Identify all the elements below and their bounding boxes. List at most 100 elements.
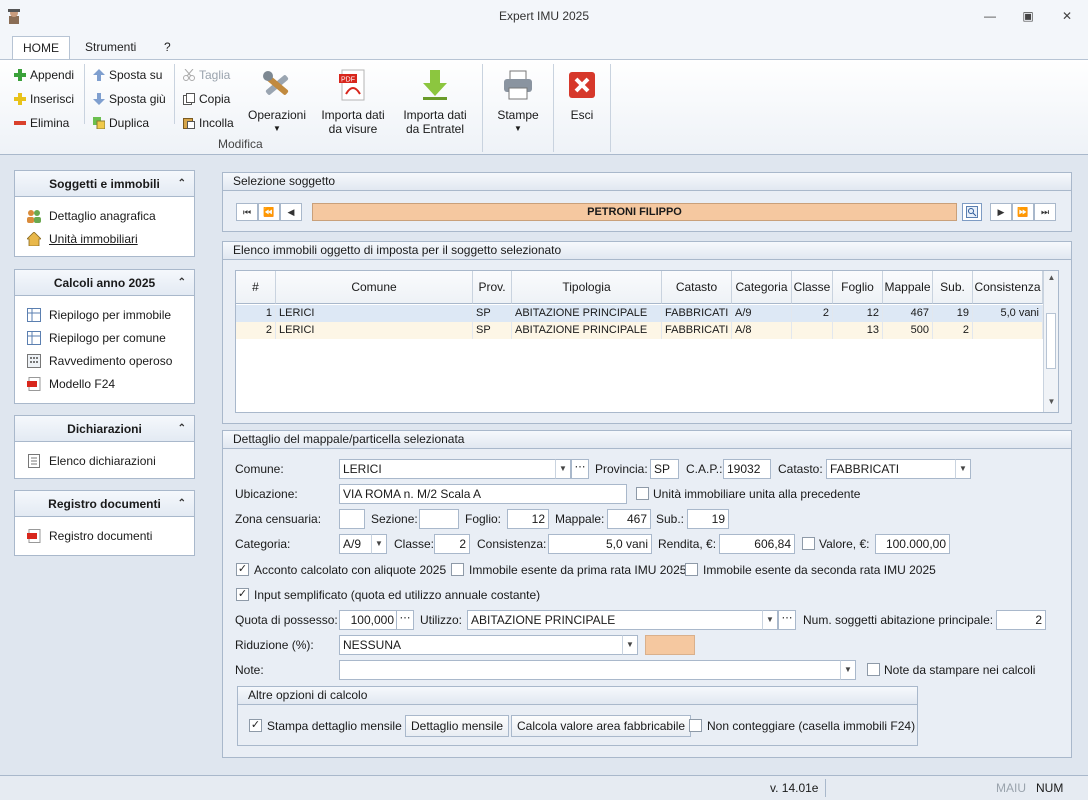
column-header[interactable]: Sub.	[933, 271, 973, 304]
tab-home[interactable]: HOME	[12, 36, 70, 60]
sidebar-item-registro-documenti[interactable]: Registro documenti	[27, 526, 152, 546]
importa-visure-button[interactable]: PDF Importa dati da visure	[316, 68, 390, 136]
chevron-down-icon[interactable]: ▼	[840, 660, 856, 680]
non-conteggiare-checkbox[interactable]	[689, 719, 702, 732]
elimina-button[interactable]: Elimina	[14, 113, 69, 133]
taglia-button[interactable]: Taglia	[183, 65, 230, 85]
column-header[interactable]: Tipologia	[512, 271, 662, 304]
semplificato-checkbox[interactable]: ✓	[236, 588, 249, 601]
table-row[interactable]: 1 LERICI SP ABITAZIONE PRINCIPALE FABBRI…	[236, 305, 1043, 322]
catasto-field[interactable]: FABBRICATI	[826, 459, 956, 479]
quota-field[interactable]: 100,000	[339, 610, 398, 630]
valore-checkbox[interactable]	[802, 537, 815, 550]
cap-field[interactable]: 19032	[723, 459, 771, 479]
zona-field[interactable]	[339, 509, 365, 529]
esente-prima-checkbox[interactable]	[451, 563, 464, 576]
chevron-down-icon[interactable]: ▼	[555, 459, 571, 479]
sidebar-item-riepilogo-immobile[interactable]: Riepilogo per immobile	[27, 305, 171, 325]
column-header[interactable]: Consistenza	[973, 271, 1043, 304]
consistenza-field[interactable]: 5,0 vani	[548, 534, 652, 554]
first-record-icon[interactable]: ⏮	[236, 203, 258, 221]
section-header[interactable]: Registro documenti ⌃	[15, 491, 194, 517]
table-row[interactable]: 2 LERICI SP ABITAZIONE PRINCIPALE FABBRI…	[236, 322, 1043, 339]
chevron-down-icon[interactable]: ▼	[762, 610, 778, 630]
stampa-mensile-checkbox[interactable]: ✓	[249, 719, 262, 732]
esci-button[interactable]: Esci	[562, 68, 602, 122]
scroll-down-icon[interactable]: ▼	[1044, 397, 1059, 406]
rendita-field[interactable]: 606,84	[719, 534, 795, 554]
sposta-su-button[interactable]: Sposta su	[93, 65, 162, 85]
column-header[interactable]: Categoria	[732, 271, 792, 304]
utilizzo-browse-button[interactable]: ⋯	[778, 610, 796, 630]
sidebar-item-unita-immobiliari[interactable]: Unità immobiliari	[26, 229, 138, 249]
copia-button[interactable]: Copia	[183, 89, 230, 109]
column-header[interactable]: Mappale	[883, 271, 933, 304]
note-stampa-checkbox[interactable]	[867, 663, 880, 676]
section-header[interactable]: Soggetti e immobili ⌃	[15, 171, 194, 197]
scroll-up-icon[interactable]: ▲	[1044, 273, 1059, 282]
duplica-button[interactable]: Duplica	[93, 113, 149, 133]
chevron-down-icon[interactable]: ▼	[371, 534, 387, 554]
sidebar-item-modello-f24[interactable]: Modello F24	[27, 374, 115, 394]
vertical-scrollbar[interactable]: ▲ ▼	[1043, 271, 1058, 412]
tab-strumenti[interactable]: Strumenti	[75, 36, 146, 60]
incolla-button[interactable]: Incolla	[183, 113, 234, 133]
sub-field[interactable]: 19	[687, 509, 729, 529]
appendi-button[interactable]: Appendi	[14, 65, 74, 85]
classe-field[interactable]: 2	[434, 534, 470, 554]
categoria-field[interactable]: A/9	[339, 534, 373, 554]
tab-help[interactable]: ?	[154, 36, 181, 60]
maximize-icon[interactable]: ▣	[1020, 8, 1036, 24]
importa-entratel-button[interactable]: Importa dati da Entratel	[398, 68, 472, 136]
dettaglio-mensile-button[interactable]: Dettaglio mensile	[405, 715, 510, 737]
unita-checkbox[interactable]	[636, 487, 649, 500]
chevron-up-icon[interactable]: ⌃	[178, 416, 186, 442]
ubicazione-field[interactable]: VIA ROMA n. M/2 Scala A	[339, 484, 627, 504]
riduzione-field[interactable]: NESSUNA	[339, 635, 623, 655]
operazioni-button[interactable]: Operazioni ▼	[246, 68, 308, 136]
acconto-checkbox[interactable]: ✓	[236, 563, 249, 576]
chevron-up-icon[interactable]: ⌃	[178, 491, 186, 517]
foglio-field[interactable]: 12	[507, 509, 549, 529]
comune-browse-button[interactable]: ⋯	[571, 459, 589, 479]
esente-seconda-checkbox[interactable]	[685, 563, 698, 576]
section-header[interactable]: Dichiarazioni ⌃	[15, 416, 194, 442]
next-record-icon[interactable]: ▶	[990, 203, 1012, 221]
section-header[interactable]: Calcoli anno 2025 ⌃	[15, 270, 194, 296]
sidebar-item-dettaglio-anagrafica[interactable]: Dettaglio anagrafica	[27, 206, 156, 226]
mappale-field[interactable]: 467	[607, 509, 651, 529]
quota-browse-button[interactable]: ⋯	[396, 610, 414, 630]
sidebar-item-elenco-dichiarazioni[interactable]: Elenco dichiarazioni	[27, 451, 156, 471]
close-icon[interactable]: ✕	[1059, 8, 1075, 24]
column-header[interactable]: Foglio	[833, 271, 883, 304]
note-field[interactable]	[339, 660, 841, 680]
prev-record-icon[interactable]: ◀	[280, 203, 302, 221]
column-header[interactable]: Catasto	[662, 271, 732, 304]
stampe-button[interactable]: Stampe ▼	[490, 68, 546, 136]
next-page-icon[interactable]: ⏩	[1012, 203, 1034, 221]
valore-field[interactable]: 100.000,00	[875, 534, 950, 554]
chevron-down-icon[interactable]: ▼	[955, 459, 971, 479]
search-icon[interactable]	[962, 203, 982, 221]
soggetto-selezionato[interactable]: PETRONI FILIPPO	[312, 203, 957, 221]
calcola-area-button[interactable]: Calcola valore area fabbricabile	[511, 715, 692, 737]
provincia-field[interactable]: SP	[650, 459, 679, 479]
sidebar-item-ravvedimento[interactable]: Ravvedimento operoso	[27, 351, 172, 371]
column-header[interactable]: Comune	[276, 271, 473, 304]
last-record-icon[interactable]: ⏭	[1034, 203, 1056, 221]
num-soggetti-field[interactable]: 2	[996, 610, 1046, 630]
column-header[interactable]: Prov.	[473, 271, 512, 304]
column-header[interactable]: #	[236, 271, 276, 304]
sezione-field[interactable]	[419, 509, 459, 529]
sidebar-item-riepilogo-comune[interactable]: Riepilogo per comune	[27, 328, 166, 348]
chevron-down-icon[interactable]: ▼	[622, 635, 638, 655]
utilizzo-field[interactable]: ABITAZIONE PRINCIPALE	[467, 610, 763, 630]
minimize-icon[interactable]: —	[982, 8, 998, 24]
sposta-giu-button[interactable]: Sposta giù	[93, 89, 166, 109]
chevron-up-icon[interactable]: ⌃	[178, 171, 186, 197]
column-header[interactable]: Classe	[792, 271, 833, 304]
chevron-up-icon[interactable]: ⌃	[178, 270, 186, 296]
inserisci-button[interactable]: Inserisci	[14, 89, 74, 109]
scroll-thumb[interactable]	[1046, 313, 1056, 369]
prev-page-icon[interactable]: ⏪	[258, 203, 280, 221]
